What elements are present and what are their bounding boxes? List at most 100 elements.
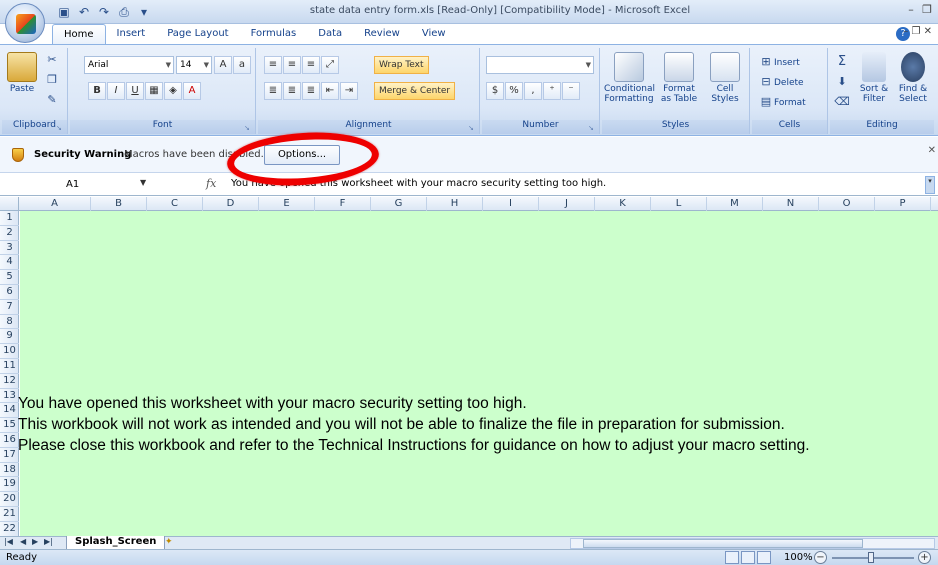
column-header-e[interactable]: E	[259, 197, 315, 211]
fill-icon[interactable]: ⬇	[834, 74, 850, 90]
minimize-icon[interactable]: –	[904, 2, 918, 18]
zoom-out-icon[interactable]: −	[814, 551, 827, 564]
column-header-m[interactable]: M	[707, 197, 763, 211]
tab-insert[interactable]: Insert	[106, 24, 157, 44]
horizontal-scroll-thumb[interactable]	[583, 539, 863, 548]
merge-center-button[interactable]: Merge & Center	[374, 82, 456, 100]
prev-sheet-icon[interactable]: ◀	[20, 537, 26, 546]
column-header-h[interactable]: H	[427, 197, 483, 211]
last-sheet-icon[interactable]: ▶|	[44, 537, 53, 546]
row-header-16[interactable]: 16	[0, 433, 19, 448]
page-layout-view-icon[interactable]	[741, 551, 755, 564]
borders-icon[interactable]: ▦	[145, 82, 163, 100]
insert-cells-button[interactable]: ⊞ Insert	[758, 54, 799, 70]
paste-button[interactable]: Paste	[6, 52, 38, 94]
format-cells-button[interactable]: ▤ Format	[758, 94, 806, 110]
zoom-slider-thumb[interactable]	[868, 552, 874, 563]
format-as-table-button[interactable]: Format as Table	[656, 52, 702, 104]
cell-styles-button[interactable]: Cell Styles	[704, 52, 746, 104]
autosum-button[interactable]: Σ	[834, 54, 850, 70]
redo-icon[interactable]: ↷	[96, 4, 112, 20]
font-name-combo[interactable]: Arial ▼	[84, 56, 174, 74]
column-header-g[interactable]: G	[371, 197, 427, 211]
zoom-level[interactable]: 100%	[784, 552, 813, 563]
row-header-2[interactable]: 2	[0, 226, 19, 241]
column-header-d[interactable]: D	[203, 197, 259, 211]
underline-icon[interactable]: U	[126, 82, 144, 100]
tab-formulas[interactable]: Formulas	[240, 24, 308, 44]
row-header-18[interactable]: 18	[0, 463, 19, 478]
orientation-icon[interactable]: ⤢	[321, 56, 339, 74]
row-header-3[interactable]: 3	[0, 241, 19, 256]
column-header-o[interactable]: O	[819, 197, 875, 211]
row-header-22[interactable]: 22	[0, 522, 19, 537]
grow-font-icon[interactable]: A	[214, 56, 232, 74]
clipboard-launcher-icon[interactable]: ↘	[56, 124, 64, 132]
cut-icon[interactable]: ✂	[44, 52, 60, 68]
row-header-9[interactable]: 9	[0, 329, 19, 345]
undo-icon[interactable]: ↶	[76, 4, 92, 20]
insert-sheet-icon[interactable]: ✦	[165, 537, 173, 547]
currency-button[interactable]: $	[486, 82, 504, 100]
find-select-button[interactable]: Find & Select	[894, 52, 932, 104]
print-preview-icon[interactable]: ⎙	[116, 4, 132, 20]
align-left-icon[interactable]: ≣	[264, 82, 282, 100]
name-box[interactable]: A1	[4, 176, 154, 194]
row-header-21[interactable]: 21	[0, 507, 19, 522]
bold-icon[interactable]: B	[88, 82, 106, 100]
copy-icon[interactable]: ❐	[44, 72, 60, 88]
row-header-6[interactable]: 6	[0, 285, 19, 300]
number-format-combo[interactable]: ▼	[486, 56, 594, 74]
tab-review[interactable]: Review	[353, 24, 411, 44]
font-launcher-icon[interactable]: ↘	[244, 124, 252, 132]
clear-icon[interactable]: ⌫	[834, 94, 850, 110]
wrap-text-button[interactable]: Wrap Text	[374, 56, 429, 74]
decrease-indent-icon[interactable]: ⇤	[321, 82, 339, 100]
percent-button[interactable]: %	[505, 82, 523, 100]
restore-icon[interactable]: ❐	[920, 2, 934, 18]
sort-filter-button[interactable]: Sort & Filter	[856, 52, 892, 104]
alignment-launcher-icon[interactable]: ↘	[468, 124, 476, 132]
column-header-p[interactable]: P	[875, 197, 931, 211]
page-break-view-icon[interactable]	[757, 551, 771, 564]
delete-cells-button[interactable]: ⊟ Delete	[758, 74, 803, 90]
conditional-formatting-button[interactable]: Conditional Formatting	[604, 52, 655, 104]
horizontal-scrollbar[interactable]	[570, 538, 935, 549]
column-header-a[interactable]: A	[19, 197, 91, 211]
row-header-20[interactable]: 20	[0, 492, 19, 507]
close-icon[interactable]: ✕	[928, 145, 936, 156]
increase-indent-icon[interactable]: ⇥	[340, 82, 358, 100]
row-header-5[interactable]: 5	[0, 270, 19, 285]
tab-home[interactable]: Home	[52, 24, 106, 44]
row-header-12[interactable]: 12	[0, 374, 19, 389]
align-bottom-icon[interactable]: ≡	[302, 56, 320, 74]
row-header-17[interactable]: 17	[0, 448, 19, 463]
column-header-j[interactable]: J	[539, 197, 595, 211]
column-header-f[interactable]: F	[315, 197, 371, 211]
row-header-7[interactable]: 7	[0, 300, 19, 315]
customize-qat-icon[interactable]: ▾	[136, 4, 152, 20]
shrink-font-icon[interactable]: a	[233, 56, 251, 74]
name-box-dropdown-icon[interactable]: ▼	[140, 178, 146, 187]
row-header-1[interactable]: 1	[0, 211, 19, 226]
row-header-13[interactable]: 13	[0, 389, 19, 404]
row-header-19[interactable]: 19	[0, 477, 19, 493]
font-color-icon[interactable]: A	[183, 82, 201, 100]
ribbon-window-controls[interactable]: – ❐ ✕	[903, 26, 932, 37]
align-right-icon[interactable]: ≣	[302, 82, 320, 100]
insert-function-button[interactable]: fx	[206, 177, 216, 190]
column-header-i[interactable]: I	[483, 197, 539, 211]
row-header-8[interactable]: 8	[0, 315, 19, 330]
tab-page-layout[interactable]: Page Layout	[156, 24, 239, 44]
zoom-in-icon[interactable]: +	[918, 551, 931, 564]
column-header-b[interactable]: B	[91, 197, 147, 211]
office-button[interactable]	[5, 3, 45, 43]
align-middle-icon[interactable]: ≡	[283, 56, 301, 74]
increase-decimal-icon[interactable]: ⁺	[543, 82, 561, 100]
format-painter-icon[interactable]: ✎	[44, 92, 60, 108]
comma-button[interactable]: ,	[524, 82, 542, 100]
decrease-decimal-icon[interactable]: ⁻	[562, 82, 580, 100]
worksheet-grid[interactable]: You have opened this worksheet with your…	[18, 211, 938, 536]
first-sheet-icon[interactable]: |◀	[4, 537, 13, 546]
font-size-combo[interactable]: 14 ▼	[176, 56, 212, 74]
